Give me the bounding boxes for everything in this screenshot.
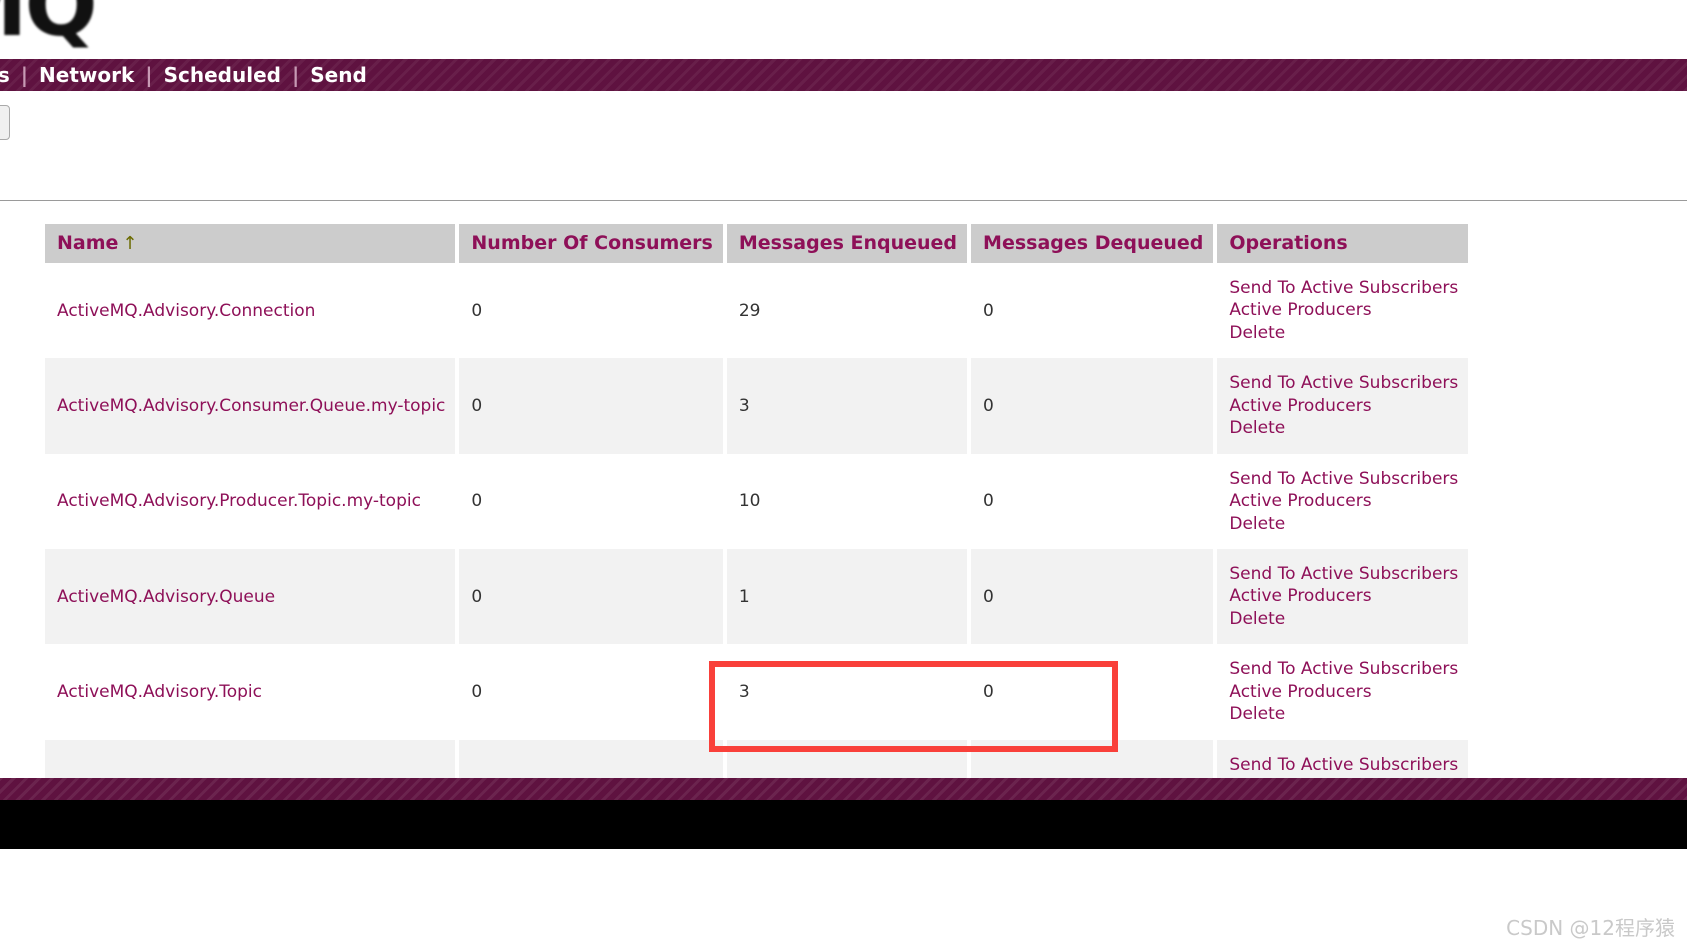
column-header-consumers[interactable]: Number Of Consumers — [459, 224, 723, 263]
delete-link[interactable]: Delete — [1229, 417, 1458, 439]
dequeued-cell: 0 — [971, 358, 1214, 454]
operations-cell: Send To Active Subscribers Active Produc… — [1217, 644, 1469, 740]
activemq-logo: MQ — [0, 0, 98, 55]
main-navigation: ections | Network | Scheduled | Send — [0, 59, 1687, 91]
enqueued-cell: 3 — [726, 644, 968, 740]
send-to-active-subscribers-link[interactable]: Send To Active Subscribers — [1229, 658, 1458, 680]
topic-name-cell: ActiveMQ.Advisory.Topic — [45, 644, 456, 740]
consumers-cell: 0 — [459, 358, 723, 454]
topic-name-cell: ActiveMQ.Advisory.Producer.Topic.my-topi… — [45, 453, 456, 549]
operations-cell: Send To Active Subscribers Active Produc… — [1217, 358, 1469, 454]
dequeued-cell: 0 — [971, 453, 1214, 549]
page-bottom-area — [0, 849, 1687, 946]
nav-separator: | — [291, 63, 300, 87]
delete-link[interactable]: Delete — [1229, 608, 1458, 630]
table-header-row: Name ↑ Number Of Consumers Messages Enque… — [45, 224, 1469, 263]
topic-link[interactable]: ActiveMQ.Advisory.Connection — [57, 301, 315, 321]
dequeued-cell: 0 — [971, 548, 1214, 645]
sort-ascending-icon: ↑ — [122, 233, 138, 254]
column-header-dequeued[interactable]: Messages Dequeued — [971, 224, 1214, 263]
table-row: ActiveMQ.Advisory.Queue 0 1 0 Send To Ac… — [45, 548, 1469, 645]
table-row: ActiveMQ.Advisory.Consumer.Queue.my-topi… — [45, 358, 1469, 454]
nav-item-send[interactable]: Send — [308, 63, 369, 87]
topic-link[interactable]: ActiveMQ.Advisory.Queue — [57, 587, 275, 607]
enqueued-cell: 1 — [726, 548, 968, 645]
nav-item-scheduled[interactable]: Scheduled — [162, 63, 283, 87]
delete-link[interactable]: Delete — [1229, 322, 1458, 344]
topic-name-cell: ActiveMQ.Advisory.Connection — [45, 263, 456, 359]
topic-name-cell: ActiveMQ.Advisory.Consumer.Queue.my-topi… — [45, 358, 456, 454]
table-row: ActiveMQ.Advisory.Connection 0 29 0 Send… — [45, 263, 1469, 359]
consumers-cell: 0 — [459, 453, 723, 549]
nav-item-connections[interactable]: ections — [0, 63, 12, 87]
nav-items-container: ections | Network | Scheduled | Send — [0, 59, 369, 91]
footer-striped-band — [0, 778, 1687, 800]
footer-bar: tion. — [0, 800, 1687, 849]
operations-cell: Send To Active Subscribers Active Produc… — [1217, 453, 1469, 549]
send-to-active-subscribers-link[interactable]: Send To Active Subscribers — [1229, 277, 1458, 299]
topic-link[interactable]: ActiveMQ.Advisory.Topic — [57, 682, 262, 702]
active-producers-link[interactable]: Active Producers — [1229, 299, 1458, 321]
content-divider — [0, 200, 1687, 201]
send-to-active-subscribers-link[interactable]: Send To Active Subscribers — [1229, 468, 1458, 490]
nav-separator: | — [20, 63, 29, 87]
column-header-operations: Operations — [1217, 224, 1469, 263]
active-producers-link[interactable]: Active Producers — [1229, 395, 1458, 417]
send-to-active-subscribers-link[interactable]: Send To Active Subscribers — [1229, 754, 1458, 776]
active-producers-link[interactable]: Active Producers — [1229, 681, 1458, 703]
topics-table: Name ↑ Number Of Consumers Messages Enque… — [41, 224, 1472, 835]
delete-link[interactable]: Delete — [1229, 703, 1458, 725]
brand-logo-strip: MQ — [0, 0, 1687, 55]
topic-link[interactable]: ActiveMQ.Advisory.Producer.Topic.my-topi… — [57, 491, 421, 511]
enqueued-cell: 3 — [726, 358, 968, 454]
topic-link[interactable]: ActiveMQ.Advisory.Consumer.Queue.my-topi… — [57, 396, 445, 416]
delete-link[interactable]: Delete — [1229, 513, 1458, 535]
enqueued-cell: 29 — [726, 263, 968, 359]
active-producers-link[interactable]: Active Producers — [1229, 585, 1458, 607]
dequeued-cell: 0 — [971, 263, 1214, 359]
nav-separator: | — [145, 63, 153, 87]
table-row: ActiveMQ.Advisory.Topic 0 3 0 Send To Ac… — [45, 644, 1469, 740]
column-header-enqueued[interactable]: Messages Enqueued — [726, 224, 968, 263]
table-body: ActiveMQ.Advisory.Connection 0 29 0 Send… — [45, 263, 1469, 835]
consumers-cell: 0 — [459, 263, 723, 359]
table-row: ActiveMQ.Advisory.Producer.Topic.my-topi… — [45, 453, 1469, 549]
sub-toolbar — [0, 91, 1687, 201]
active-producers-link[interactable]: Active Producers — [1229, 490, 1458, 512]
consumers-cell: 0 — [459, 644, 723, 740]
operations-cell: Send To Active Subscribers Active Produc… — [1217, 548, 1469, 645]
toolbar-button[interactable] — [0, 105, 10, 140]
send-to-active-subscribers-link[interactable]: Send To Active Subscribers — [1229, 563, 1458, 585]
topic-name-cell: ActiveMQ.Advisory.Queue — [45, 548, 456, 645]
enqueued-cell: 10 — [726, 453, 968, 549]
column-header-name-label: Name — [57, 232, 119, 254]
csdn-watermark: CSDN @12程序猿 — [1506, 916, 1675, 940]
send-to-active-subscribers-link[interactable]: Send To Active Subscribers — [1229, 372, 1458, 394]
dequeued-cell: 0 — [971, 644, 1214, 740]
consumers-cell: 0 — [459, 548, 723, 645]
column-header-name[interactable]: Name ↑ — [45, 224, 456, 263]
operations-cell: Send To Active Subscribers Active Produc… — [1217, 263, 1469, 359]
nav-item-network[interactable]: Network — [37, 63, 136, 87]
